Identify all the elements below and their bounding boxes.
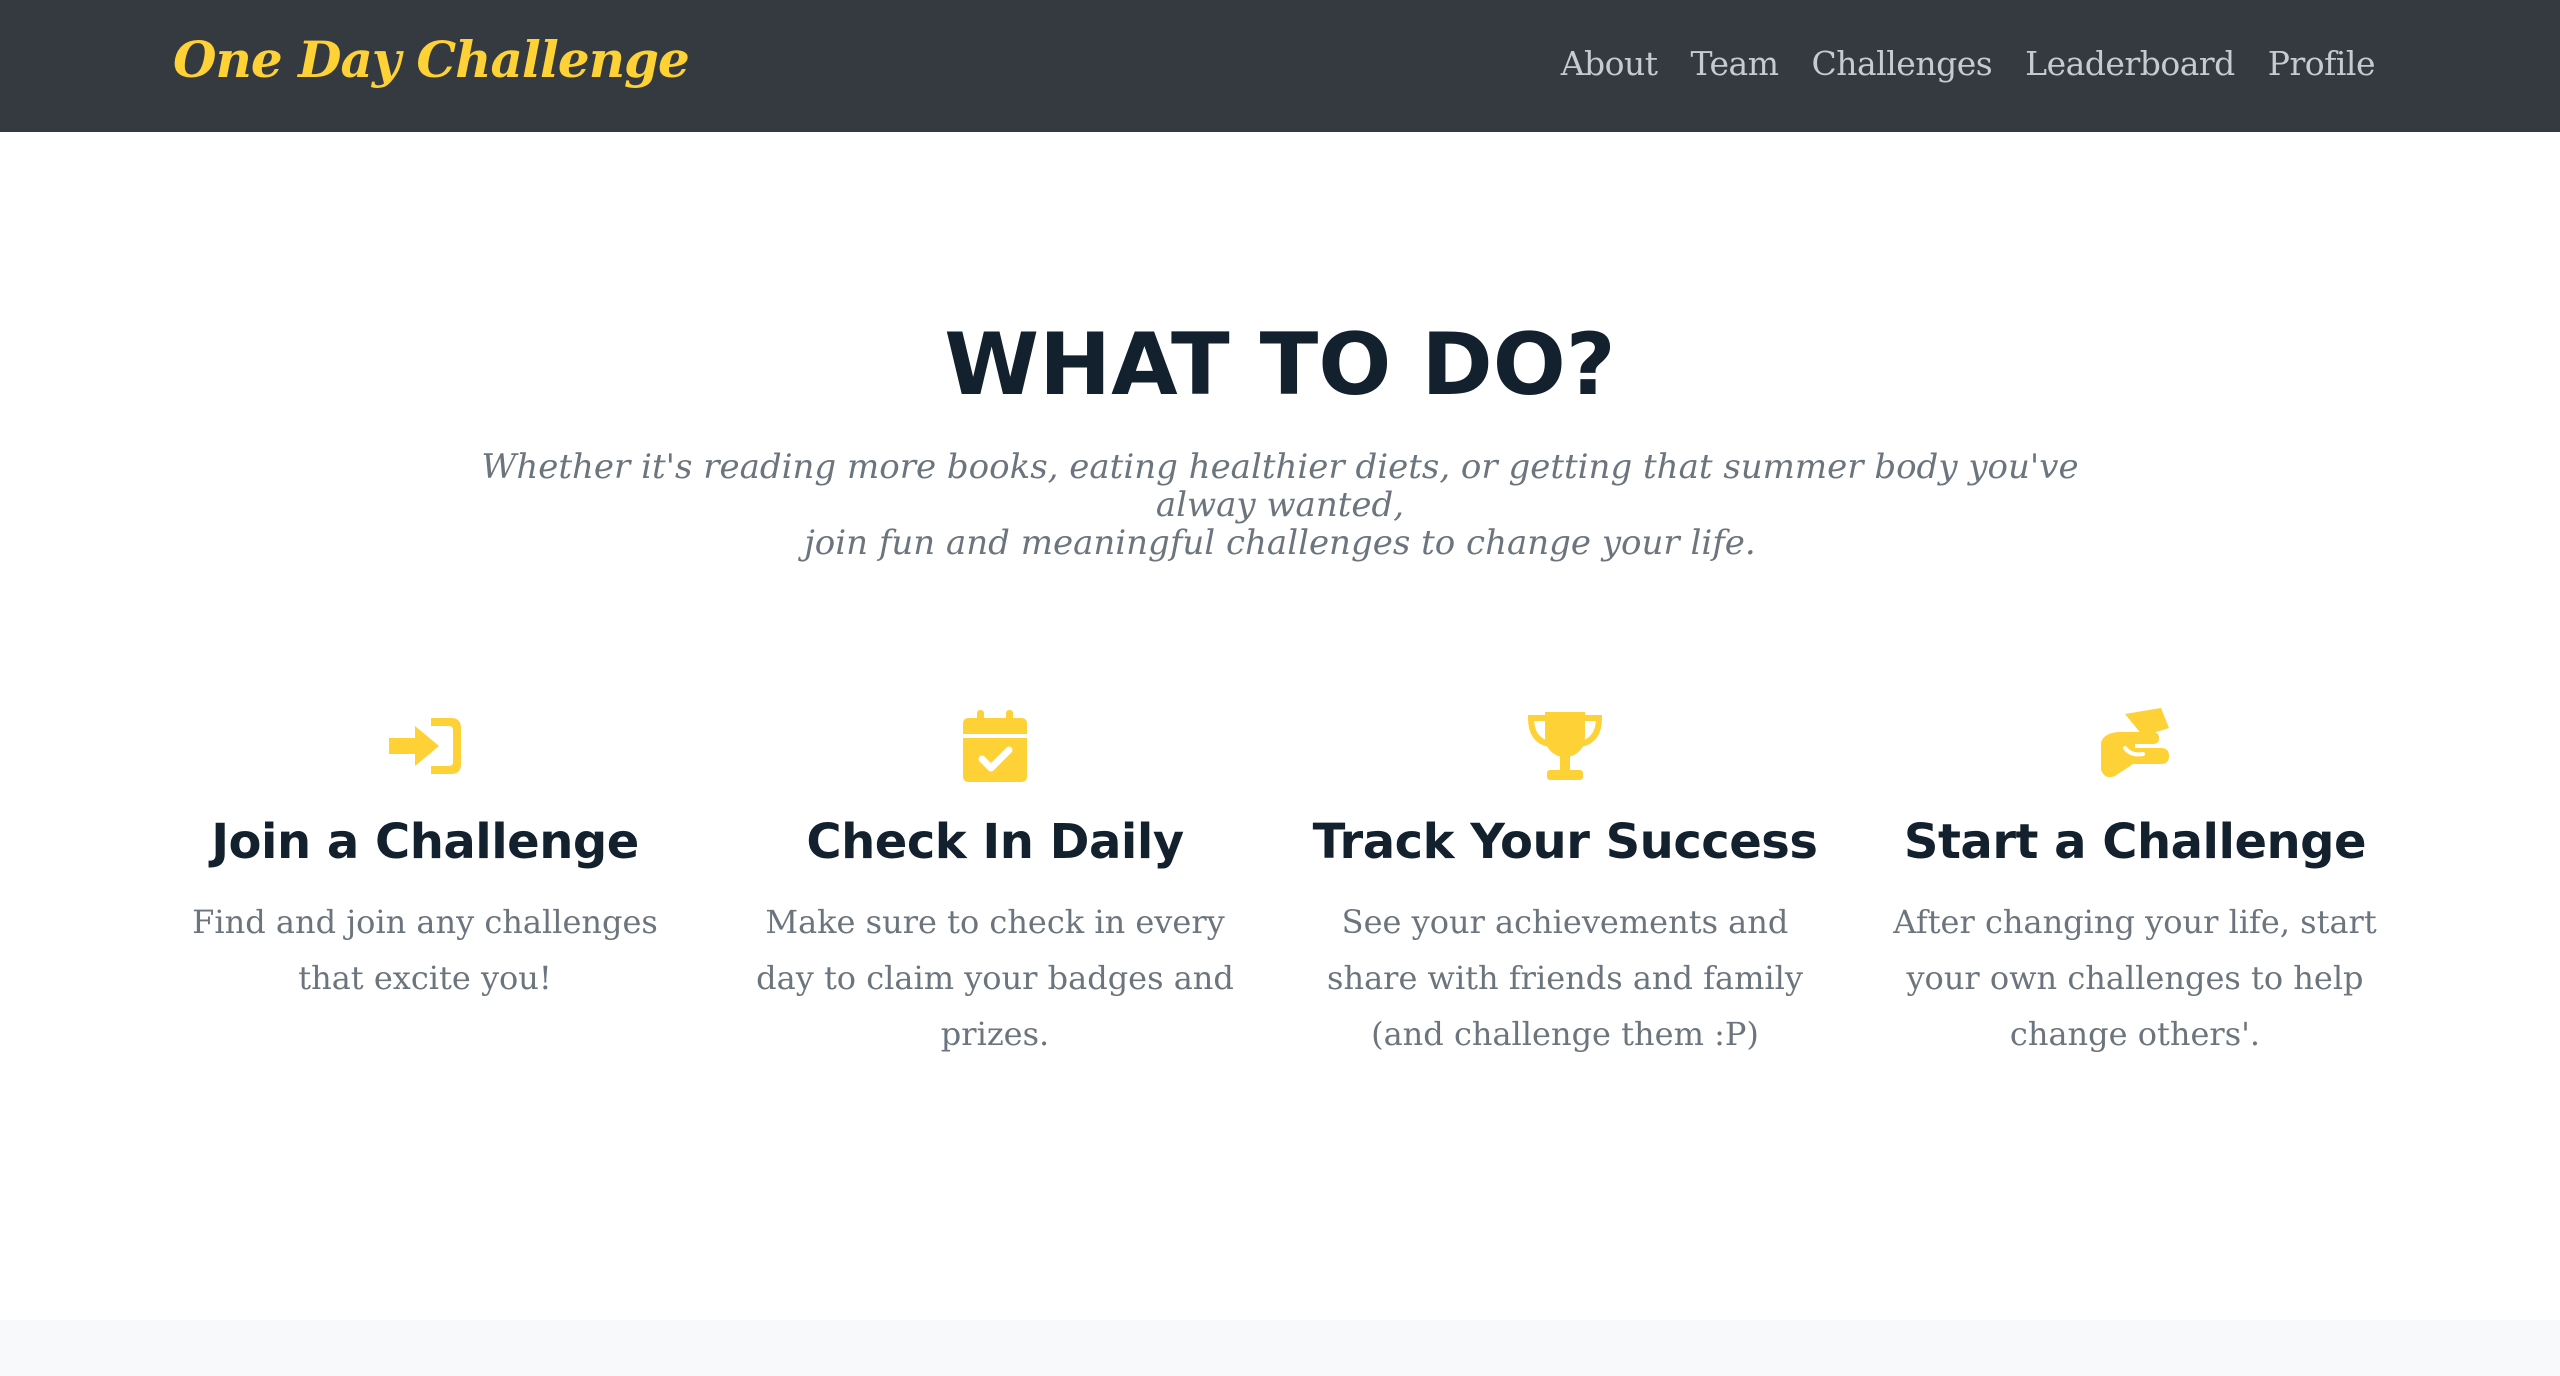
sign-in-icon: [389, 718, 461, 774]
next-section-edge: [0, 1320, 2560, 1376]
feature-text: Find and join any challenges that excite…: [192, 902, 658, 997]
section-subtitle: Whether it's reading more books, eating …: [430, 448, 2130, 562]
feature-title: Start a Challenge: [1903, 814, 2367, 870]
brand-logo[interactable]: One Day Challenge: [173, 30, 690, 89]
feature-start: Start a Challenge After changing your li…: [1850, 706, 2420, 1062]
calendar-check-icon: [963, 710, 1027, 782]
subtitle-line-1: Whether it's reading more books, eating …: [481, 447, 2079, 525]
feature-track: Track Your Success See your achievements…: [1280, 706, 1850, 1062]
nav-link-team[interactable]: Team: [1691, 44, 1779, 83]
nav-link-challenges[interactable]: Challenges: [1812, 44, 1993, 83]
feature-title: Track Your Success: [1312, 814, 1818, 870]
feature-join: Join a Challenge Find and join any chall…: [140, 706, 710, 1062]
feature-title: Join a Challenge: [211, 814, 639, 870]
section-title: WHAT TO DO?: [944, 315, 1616, 415]
nav-link-profile[interactable]: Profile: [2268, 44, 2376, 83]
feature-text: See your achievements and share with fri…: [1327, 902, 1803, 1053]
feature-text: Make sure to check in every day to claim…: [756, 902, 1234, 1053]
subtitle-line-2: join fun and meaningful challenges to ch…: [804, 523, 1756, 563]
nav-link-leaderboard[interactable]: Leaderboard: [2025, 44, 2235, 83]
nav-link-about[interactable]: About: [1561, 44, 1658, 83]
feature-check-in: Check In Daily Make sure to check in eve…: [710, 706, 1280, 1062]
features-row: Join a Challenge Find and join any chall…: [140, 706, 2420, 1062]
feature-text: After changing your life, start your own…: [1893, 902, 2377, 1053]
trophy-icon: [1527, 712, 1603, 780]
nav-links: About Team Challenges Leaderboard Profil…: [1561, 44, 2376, 83]
navbar: One Day Challenge About Team Challenges …: [0, 0, 2560, 132]
handshake-icon: [2101, 708, 2169, 778]
feature-title: Check In Daily: [806, 814, 1184, 870]
